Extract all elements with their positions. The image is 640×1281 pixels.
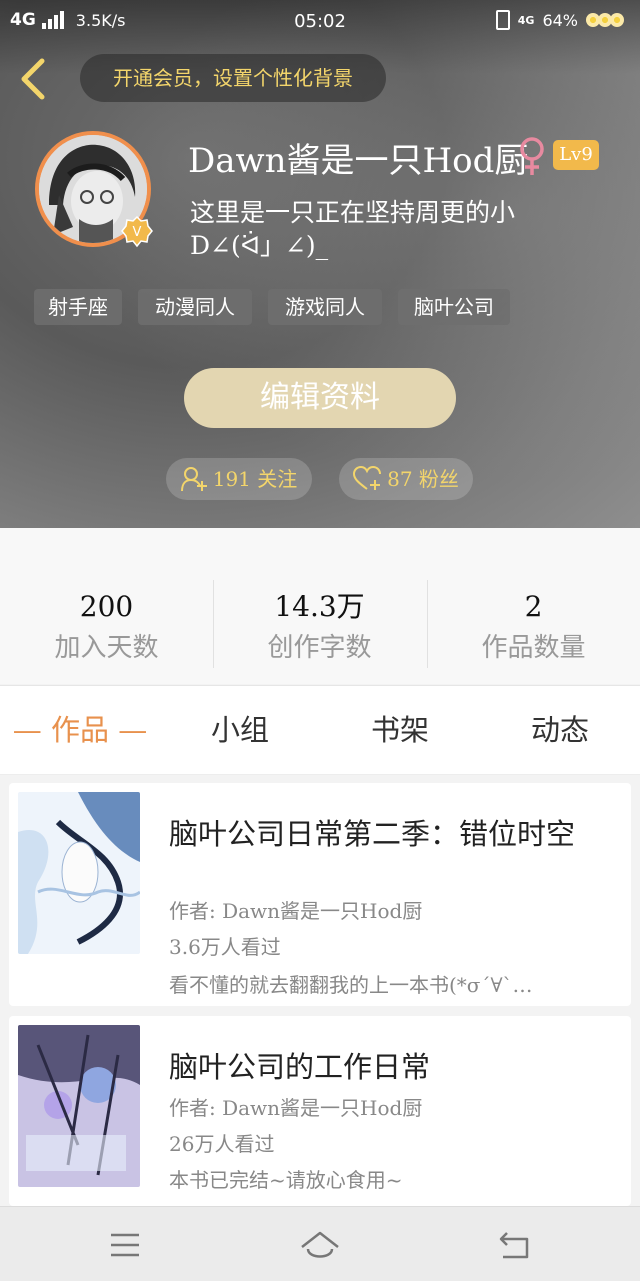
stat-label: 创作字数 xyxy=(267,633,372,663)
followers-count: 87 粉丝 xyxy=(387,467,459,491)
network-type-right: 4G xyxy=(517,13,535,27)
nickname: Dawn酱是一只Hod厨 xyxy=(188,141,529,181)
home-icon[interactable] xyxy=(298,1225,342,1265)
book-description: 看不懂的就去翻翻我的上一本书(*σ´∀`… xyxy=(169,973,533,997)
tab-works[interactable]: — 作品 — xyxy=(0,686,160,774)
vibrate-icon xyxy=(495,10,510,30)
stat-value: 2 xyxy=(524,590,543,623)
heart-plus-icon xyxy=(353,466,382,490)
flower-icon xyxy=(586,11,626,29)
bio: 这里是一只正在坚持周更的小 D∠(ᐛ」∠)_ xyxy=(190,196,570,262)
vip-badge-icon: V xyxy=(121,215,153,248)
edit-profile-button[interactable]: 编辑资料 xyxy=(184,368,456,428)
book-description: 本书已完结~请放心食用~ xyxy=(169,1168,403,1192)
tag-game-fanfic[interactable]: 游戏同人 xyxy=(268,289,382,325)
book-item[interactable]: 脑叶公司的工作日常 作者: Dawn酱是一只Hod厨 26万人看过 本书已完结~… xyxy=(9,1016,631,1206)
back-icon[interactable] xyxy=(495,1225,535,1265)
tag-lobotomy-corp[interactable]: 脑叶公司 xyxy=(398,289,510,325)
bio-line-1: 这里是一只正在坚持周更的小 xyxy=(190,198,516,227)
tag-anime-fanfic[interactable]: 动漫同人 xyxy=(138,289,252,325)
tag-zodiac[interactable]: 射手座 xyxy=(34,289,122,325)
stat-value: 200 xyxy=(79,590,134,623)
tab-groups[interactable]: 小组 xyxy=(160,686,320,774)
add-user-icon xyxy=(180,467,207,492)
book-item[interactable]: 脑叶公司日常第二季：错位时空 作者: Dawn酱是一只Hod厨 3.6万人看过 … xyxy=(9,783,631,1006)
tab-bookshelf[interactable]: 书架 xyxy=(320,686,480,774)
following-button[interactable]: 191 关注 xyxy=(166,458,312,500)
battery-level: 64% xyxy=(542,10,578,30)
book-views: 26万人看过 xyxy=(169,1132,275,1156)
book-author: 作者: Dawn酱是一只Hod厨 xyxy=(169,1096,423,1120)
stats-panel: 200 加入天数 14.3万 创作字数 2 作品数量 xyxy=(0,528,640,684)
book-author: 作者: Dawn酱是一只Hod厨 xyxy=(169,899,423,923)
system-nav-bar xyxy=(0,1206,640,1281)
tab-bar: — 作品 — 小组 书架 动态 xyxy=(0,685,640,775)
following-count: 191 关注 xyxy=(212,467,298,491)
stat-days-joined: 200 加入天数 xyxy=(0,588,213,670)
book-title: 脑叶公司的工作日常 xyxy=(169,1050,431,1084)
status-bar: 4G 3.5K/s 05:02 4G 64% xyxy=(0,0,640,44)
stat-label: 作品数量 xyxy=(481,633,586,663)
book-cover xyxy=(18,1025,140,1187)
vip-background-prompt[interactable]: 开通会员，设置个性化背景 xyxy=(80,54,386,102)
stat-works-count: 2 作品数量 xyxy=(427,588,640,670)
menu-icon[interactable] xyxy=(105,1225,145,1265)
stat-label: 加入天数 xyxy=(54,633,159,663)
tab-activity[interactable]: 动态 xyxy=(480,686,640,774)
book-title: 脑叶公司日常第二季：错位时空 xyxy=(169,817,576,851)
book-views: 3.6万人看过 xyxy=(169,935,281,959)
vip-badge-letter: V xyxy=(133,225,142,240)
stat-word-count: 14.3万 创作字数 xyxy=(213,588,426,670)
profile-header: 4G 3.5K/s 05:02 4G 64% 开通会员，设置个性化背景 V Da… xyxy=(0,0,640,528)
book-cover xyxy=(18,792,140,954)
female-icon xyxy=(520,137,544,175)
followers-button[interactable]: 87 粉丝 xyxy=(339,458,473,500)
stat-value: 14.3万 xyxy=(274,590,365,623)
level-badge: Lv9 xyxy=(553,140,599,170)
back-arrow-icon[interactable] xyxy=(14,56,54,102)
bio-line-2: D∠(ᐛ」∠)_ xyxy=(190,231,329,260)
